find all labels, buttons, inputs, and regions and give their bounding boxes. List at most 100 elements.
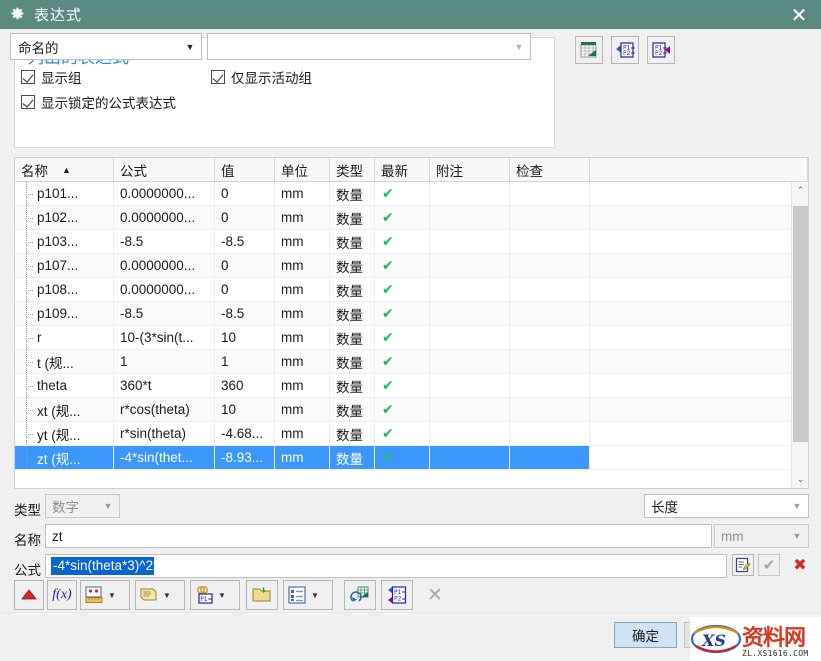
chevron-down-icon[interactable]: ▼	[108, 591, 116, 600]
export-to-spreadsheet-icon[interactable]	[575, 36, 603, 64]
name-unit-dropdown[interactable]: mm ▼	[714, 524, 809, 548]
cell-type: 数量	[330, 182, 375, 205]
checkbox-active-group-only[interactable]: 仅显示活动组	[211, 67, 312, 87]
table-row[interactable]: p109...-8.5-8.5mm数量✔	[15, 302, 808, 326]
cell-spacer	[590, 230, 808, 253]
group-filter-dropdown[interactable]: ▼	[207, 33, 531, 60]
checkbox-show-locked-formula[interactable]: 显示锁定的公式表达式	[21, 92, 176, 112]
cell-spacer	[590, 326, 808, 349]
table-body: p101...0.0000000...0mm数量✔p102...0.000000…	[15, 182, 808, 470]
close-icon[interactable]: ✕	[777, 0, 821, 29]
open-folder-icon	[252, 586, 272, 604]
chevron-down-icon[interactable]: ▼	[311, 591, 319, 600]
cell-name: p103...	[15, 230, 114, 253]
cell-note	[430, 302, 510, 325]
lock-expression-button[interactable]: P1= ▼	[190, 580, 240, 610]
checkbox-icon	[21, 70, 35, 84]
chevron-down-icon[interactable]: ▼	[163, 591, 171, 600]
column-header-latest[interactable]: 最新	[375, 158, 430, 181]
table-vertical-scrollbar[interactable]: ⌃ ⌄	[791, 182, 808, 488]
expressions-table: 名称 ▲ 公式 值 单位 类型 最新 附注 检查 p101...0.000000…	[14, 157, 809, 489]
cell-type: 数量	[330, 302, 375, 325]
table-row[interactable]: p103...-8.5-8.5mm数量✔	[15, 230, 808, 254]
update-expressions-icon: P1= P2=	[387, 585, 407, 605]
reject-formula-icon[interactable]: ✖	[789, 554, 811, 576]
column-header-name[interactable]: 名称 ▲	[15, 158, 114, 181]
table-row[interactable]: t (规...11mm数量✔	[15, 350, 808, 374]
column-header-note[interactable]: 附注	[430, 158, 510, 181]
cell-name-text: t (规...	[37, 352, 74, 372]
unit-type-dropdown[interactable]: 长度 ▼	[644, 494, 809, 518]
name-input[interactable]: zt	[45, 524, 712, 548]
cell-value: 0	[215, 278, 275, 301]
refresh-spreadsheet-button[interactable]	[344, 580, 376, 610]
table-row[interactable]: zt (规...-4*sin(thet...-8.93...mm数量✔	[15, 446, 808, 470]
cell-note	[430, 422, 510, 445]
list-expressions-button[interactable]: ▼	[283, 580, 333, 610]
cell-latest: ✔	[375, 446, 430, 469]
edit-formula-icon[interactable]	[732, 554, 754, 576]
ok-button[interactable]: 确定	[614, 622, 677, 648]
cell-formula: r*cos(theta)	[114, 398, 215, 421]
cell-spacer	[590, 182, 808, 205]
column-header-unit[interactable]: 单位	[275, 158, 330, 181]
expand-collapse-button[interactable]	[14, 580, 44, 610]
cell-name-text: r	[37, 330, 42, 345]
cell-formula: 360*t	[114, 374, 215, 397]
table-row[interactable]: yt (规...r*sin(theta)-4.68...mm数量✔	[15, 422, 808, 446]
column-header-formula[interactable]: 公式	[114, 158, 215, 181]
cell-unit: mm	[275, 446, 330, 469]
chevron-down-icon: ▼	[508, 42, 530, 52]
cell-name: p102...	[15, 206, 114, 229]
svg-text:P1=: P1=	[200, 596, 212, 603]
import-expressions-icon[interactable]: P1= P2=	[611, 36, 639, 64]
cell-value: -8.5	[215, 302, 275, 325]
export-expressions-icon[interactable]: P1= P2=	[647, 36, 675, 64]
type-dropdown[interactable]: 数字 ▼	[45, 494, 120, 518]
cell-spacer	[590, 422, 808, 445]
column-header-check[interactable]: 检查	[510, 158, 590, 181]
cell-formula: -8.5	[114, 230, 215, 253]
cell-formula: 1	[114, 350, 215, 373]
table-row[interactable]: xt (规...r*cos(theta)10mm数量✔	[15, 398, 808, 422]
chevron-down-icon[interactable]: ▼	[218, 591, 226, 600]
table-row[interactable]: p107...0.0000000...0mm数量✔	[15, 254, 808, 278]
cell-name: zt (规...	[15, 446, 114, 469]
checkbox-show-group[interactable]: 显示组	[21, 67, 82, 87]
cell-latest: ✔	[375, 254, 430, 277]
measure-button[interactable]: ▼	[80, 580, 130, 610]
tree-connector-icon	[15, 326, 37, 349]
cell-name-text: p107...	[37, 258, 78, 273]
accept-formula-icon[interactable]: ✔	[758, 554, 780, 576]
delete-expression-button[interactable]: ✕	[419, 580, 451, 610]
cell-value: -8.93...	[215, 446, 275, 469]
named-filter-dropdown[interactable]: 命名的 ▼	[10, 33, 202, 60]
formula-input[interactable]: -4*sin(theta*3)^2	[45, 554, 727, 578]
column-header-type[interactable]: 类型	[330, 158, 375, 181]
table-row[interactable]: r10-(3*sin(t...10mm数量✔	[15, 326, 808, 350]
tree-connector-icon	[15, 206, 37, 229]
cell-value: 0	[215, 206, 275, 229]
column-header-value[interactable]: 值	[215, 158, 275, 181]
comment-button[interactable]: ▼	[135, 580, 185, 610]
cell-name-text: p102...	[37, 210, 78, 225]
cancel-button[interactable]: 取消	[684, 622, 747, 648]
table-row[interactable]: p108...0.0000000...0mm数量✔	[15, 278, 808, 302]
scroll-up-icon[interactable]: ⌃	[792, 182, 809, 199]
cell-unit: mm	[275, 422, 330, 445]
function-button[interactable]: f(x)	[47, 580, 77, 610]
column-header-spacer	[590, 158, 808, 181]
check-icon: ✔	[382, 329, 394, 346]
cell-check	[510, 302, 590, 325]
check-icon: ✔	[382, 449, 394, 466]
scroll-down-icon[interactable]: ⌄	[792, 471, 809, 488]
cell-name: xt (规...	[15, 398, 114, 421]
table-row[interactable]: p102...0.0000000...0mm数量✔	[15, 206, 808, 230]
cell-name-text: zt (规...	[37, 448, 81, 468]
table-row[interactable]: theta360*t360mm数量✔	[15, 374, 808, 398]
scrollbar-thumb[interactable]	[793, 206, 808, 442]
table-row[interactable]: p101...0.0000000...0mm数量✔	[15, 182, 808, 206]
update-expressions-button[interactable]: P1= P2=	[381, 580, 413, 610]
open-file-button[interactable]	[246, 580, 278, 610]
cell-value: -8.5	[215, 230, 275, 253]
